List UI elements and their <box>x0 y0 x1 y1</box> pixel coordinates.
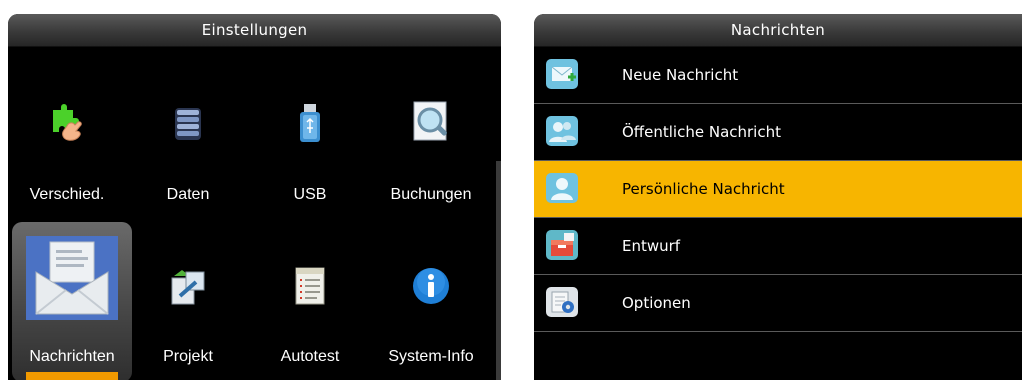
tile-label: Nachrichten <box>29 348 115 365</box>
menu-item-label: Optionen <box>622 294 691 312</box>
project-icon <box>168 268 208 312</box>
tile-verschied[interactable]: Verschied. <box>8 64 126 214</box>
envelope-icon <box>26 236 118 324</box>
user-icon <box>546 173 578 203</box>
settings-title: Einstellungen <box>8 14 501 47</box>
menu-item-neue-nachricht[interactable]: Neue Nachricht <box>534 47 1022 104</box>
tile-system-info[interactable]: System-Info <box>372 226 490 376</box>
menu-item-label: Persönliche Nachricht <box>622 180 785 198</box>
menu-item-optionen[interactable]: Optionen <box>534 275 1022 332</box>
info-icon <box>411 266 451 310</box>
menu-item-persoenliche-nachricht[interactable]: Persönliche Nachricht <box>534 161 1022 218</box>
tile-label: Buchungen <box>390 186 472 203</box>
puzzle-hand-icon <box>47 104 87 148</box>
menu-item-label: Entwurf <box>622 237 681 255</box>
tile-usb[interactable]: USB <box>251 64 369 214</box>
scrollbar[interactable] <box>496 161 501 380</box>
tile-label: System-Info <box>388 348 474 365</box>
tile-autotest[interactable]: Autotest <box>251 226 369 376</box>
checklist-icon <box>293 266 327 310</box>
new-message-icon <box>546 59 578 89</box>
messages-screen: Nachrichten Neue Nachricht Öffentliche N… <box>534 14 1022 380</box>
options-gear-icon <box>546 287 578 317</box>
menu-item-oeffentliche-nachricht[interactable]: Öffentliche Nachricht <box>534 104 1022 161</box>
tile-label: Verschied. <box>29 186 105 203</box>
tile-projekt[interactable]: Projekt <box>129 226 247 376</box>
menu-item-label: Neue Nachricht <box>622 66 739 84</box>
messages-title: Nachrichten <box>534 14 1022 47</box>
tile-label: USB <box>293 186 327 203</box>
tile-label: Autotest <box>280 348 340 365</box>
database-icon <box>171 104 205 148</box>
tile-nachrichten[interactable]: Nachrichten <box>13 226 131 376</box>
draft-box-icon <box>546 230 578 260</box>
usb-drive-icon <box>298 102 322 148</box>
magnifier-document-icon <box>411 100 451 148</box>
menu-item-label: Öffentliche Nachricht <box>622 123 781 141</box>
menu-item-entwurf[interactable]: Entwurf <box>534 218 1022 275</box>
settings-screen: Einstellungen Verschied. Daten USB Buchu… <box>8 14 501 380</box>
group-users-icon <box>546 116 578 146</box>
tile-label: Daten <box>166 186 210 203</box>
tile-buchungen[interactable]: Buchungen <box>372 64 490 214</box>
tile-daten[interactable]: Daten <box>129 64 247 214</box>
tile-label: Projekt <box>163 348 213 365</box>
